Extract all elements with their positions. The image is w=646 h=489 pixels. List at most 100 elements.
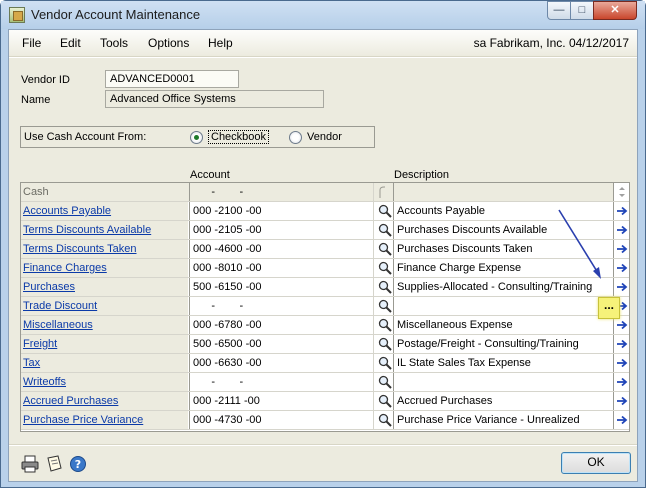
account-number-field[interactable]: 500 -6150 -00 xyxy=(189,278,373,296)
account-type-link[interactable]: Trade Discount xyxy=(21,297,188,315)
expand-arrow-icon xyxy=(617,244,628,254)
scroll-sort-control[interactable] xyxy=(613,183,629,201)
expand-row-button[interactable] xyxy=(613,259,629,277)
expand-row-button[interactable] xyxy=(613,221,629,239)
account-description: Accrued Purchases xyxy=(393,392,612,410)
printer-icon[interactable] xyxy=(21,455,39,473)
account-lookup-button[interactable] xyxy=(373,411,393,429)
expand-arrow-icon xyxy=(617,396,628,406)
ok-button[interactable]: OK xyxy=(561,452,631,474)
menu-edit[interactable]: Edit xyxy=(60,36,81,50)
account-number-field[interactable]: 000 -2100 -00 xyxy=(189,202,373,220)
account-lookup-button[interactable] xyxy=(373,221,393,239)
ellipsis-button[interactable]: ... xyxy=(598,297,620,319)
account-number-field[interactable]: - - xyxy=(189,297,373,315)
account-lookup-button[interactable] xyxy=(373,259,393,277)
help-icon[interactable]: ? xyxy=(69,455,87,473)
note-icon[interactable] xyxy=(45,455,63,473)
account-number-field[interactable]: - - xyxy=(189,373,373,391)
menu-tools[interactable]: Tools xyxy=(100,36,128,50)
cash-account-group: Use Cash Account From: Checkbook Vendor xyxy=(20,126,375,148)
lookup-icon xyxy=(378,204,392,218)
lookup-icon xyxy=(378,223,392,237)
expand-row-button[interactable] xyxy=(613,335,629,353)
account-type-link[interactable]: Finance Charges xyxy=(21,259,188,277)
account-description: Finance Charge Expense xyxy=(393,259,612,277)
close-button[interactable]: ✕ xyxy=(593,1,637,20)
expand-row-button[interactable] xyxy=(613,240,629,258)
cash-label: Cash xyxy=(21,183,188,201)
account-description: Supplies-Allocated - Consulting/Training xyxy=(393,278,612,296)
vendor-radio-label[interactable]: Vendor xyxy=(307,131,342,143)
accounts-grid: Cash - - Accounts Payable 000 -2100 -00 Ac… xyxy=(20,182,630,432)
account-number-field[interactable]: 000 -2111 -00 xyxy=(189,392,373,410)
menu-file[interactable]: File xyxy=(22,36,41,50)
title-bar[interactable]: Vendor Account Maintenance — □ ✕ xyxy=(1,1,645,29)
expand-row-button[interactable] xyxy=(613,354,629,372)
expand-row-button[interactable] xyxy=(613,373,629,391)
account-lookup-button[interactable] xyxy=(373,335,393,353)
table-row: Writeoffs - - xyxy=(21,373,629,392)
account-type-link[interactable]: Freight xyxy=(21,335,188,353)
menu-help[interactable]: Help xyxy=(208,36,233,50)
expand-arrow-icon xyxy=(617,339,628,349)
company-date-info: sa Fabrikam, Inc. 04/12/2017 xyxy=(473,36,629,50)
account-number-field[interactable]: 000 -4730 -00 xyxy=(189,411,373,429)
account-lookup-button[interactable] xyxy=(373,240,393,258)
account-lookup-button[interactable] xyxy=(373,297,393,315)
vendor-name-field: Advanced Office Systems xyxy=(105,90,324,108)
checkbook-radio-label[interactable]: Checkbook xyxy=(208,130,270,144)
account-type-link[interactable]: Accounts Payable xyxy=(21,202,188,220)
cash-row: Cash - - xyxy=(21,183,629,202)
expand-row-button[interactable] xyxy=(613,411,629,429)
vendor-id-field[interactable]: ADVANCED0001 xyxy=(105,70,239,88)
maximize-button[interactable]: □ xyxy=(570,1,594,20)
account-number-field[interactable]: 000 -2105 -00 xyxy=(189,221,373,239)
account-number-field[interactable]: 000 -8010 -00 xyxy=(189,259,373,277)
app-icon xyxy=(9,7,25,23)
checkbook-radio[interactable] xyxy=(190,131,203,144)
account-type-link[interactable]: Terms Discounts Available xyxy=(21,221,188,239)
account-type-link[interactable]: Miscellaneous xyxy=(21,316,188,334)
account-description: Purchase Price Variance - Unrealized xyxy=(393,411,612,429)
account-lookup-button[interactable] xyxy=(373,278,393,296)
account-lookup-button[interactable] xyxy=(373,354,393,372)
account-type-link[interactable]: Purchase Price Variance xyxy=(21,411,188,429)
account-lookup-button[interactable] xyxy=(373,316,393,334)
cash-description xyxy=(393,183,612,201)
minimize-button[interactable]: — xyxy=(547,1,571,20)
lookup-icon xyxy=(378,413,392,427)
cash-account-field[interactable]: - - xyxy=(189,183,373,201)
account-number-field[interactable]: 000 -4600 -00 xyxy=(189,240,373,258)
expand-row-button[interactable] xyxy=(613,278,629,296)
table-row: Terms Discounts Available 000 -2105 -00 Pu… xyxy=(21,221,629,240)
account-description: Accounts Payable xyxy=(393,202,612,220)
table-row: Freight 500 -6500 -00 Postage/Freight - Co… xyxy=(21,335,629,354)
account-lookup-button[interactable] xyxy=(373,202,393,220)
cash-lookup[interactable] xyxy=(373,183,393,201)
table-row: Purchase Price Variance 000 -4730 -00 Purc… xyxy=(21,411,629,430)
svg-text:?: ? xyxy=(75,458,81,471)
vendor-radio[interactable] xyxy=(289,131,302,144)
account-description: IL State Sales Tax Expense xyxy=(393,354,612,372)
account-type-link[interactable]: Tax xyxy=(21,354,188,372)
expand-arrow-icon xyxy=(617,358,628,368)
expand-arrow-icon xyxy=(617,282,628,292)
account-description xyxy=(393,297,612,315)
lookup-icon xyxy=(378,299,392,313)
account-number-field[interactable]: 000 -6630 -00 xyxy=(189,354,373,372)
expand-row-button[interactable] xyxy=(613,392,629,410)
account-number-field[interactable]: 500 -6500 -00 xyxy=(189,335,373,353)
account-type-link[interactable]: Terms Discounts Taken xyxy=(21,240,188,258)
account-lookup-button[interactable] xyxy=(373,392,393,410)
menu-bar: File Edit Tools Options Help sa Fabrikam… xyxy=(9,30,637,56)
menu-options[interactable]: Options xyxy=(148,36,189,50)
account-number-field[interactable]: 000 -6780 -00 xyxy=(189,316,373,334)
table-row: Accounts Payable 000 -2100 -00 Accounts Pa… xyxy=(21,202,629,221)
account-type-link[interactable]: Writeoffs xyxy=(21,373,188,391)
account-type-link[interactable]: Accrued Purchases xyxy=(21,392,188,410)
vendor-id-label: Vendor ID xyxy=(21,74,70,86)
expand-row-button[interactable] xyxy=(613,202,629,220)
account-lookup-button[interactable] xyxy=(373,373,393,391)
account-type-link[interactable]: Purchases xyxy=(21,278,188,296)
